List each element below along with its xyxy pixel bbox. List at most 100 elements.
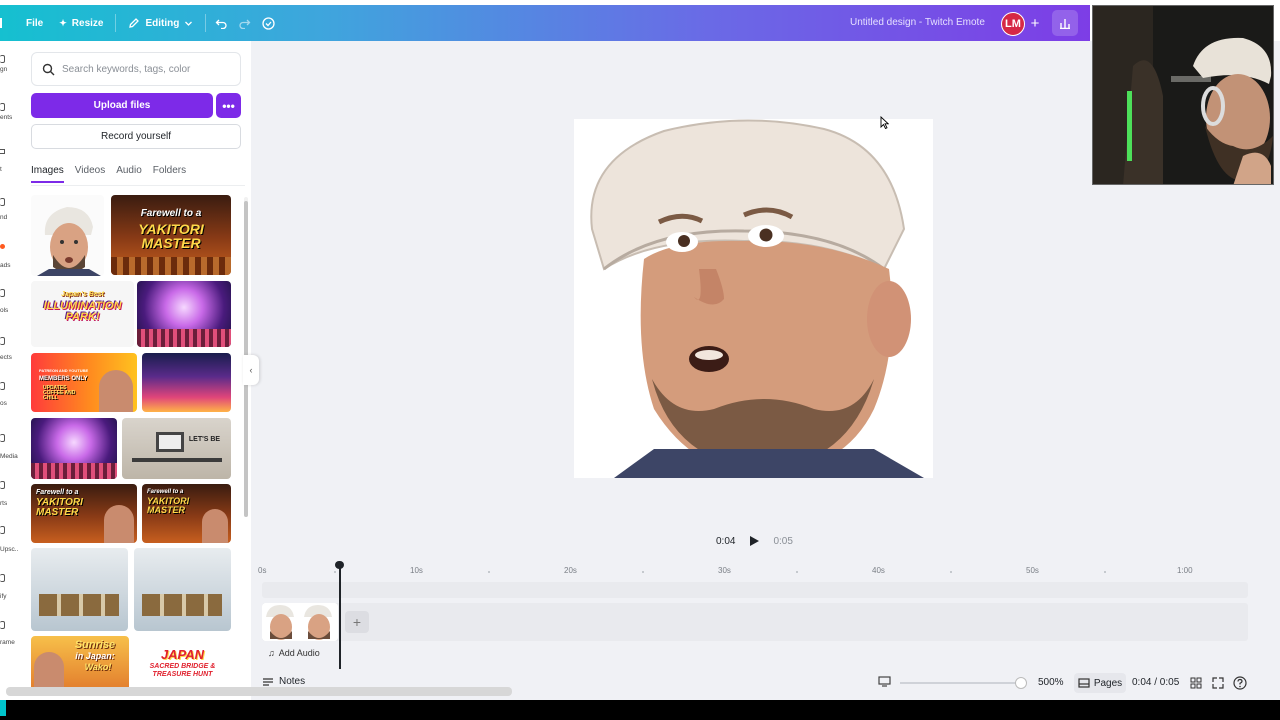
design-title[interactable]: Untitled design - Twitch Emote xyxy=(850,17,985,28)
zoom-slider-handle[interactable] xyxy=(1015,677,1027,689)
image-thumbnail[interactable]: Farewell to a YAKITORI MASTER xyxy=(142,484,231,543)
timeline-track xyxy=(262,603,1248,641)
image-thumbnail[interactable] xyxy=(142,353,231,412)
plus-icon: + xyxy=(352,614,362,630)
add-page-button[interactable]: + xyxy=(345,611,369,633)
brand-icon xyxy=(0,198,5,206)
image-thumbnail[interactable]: Japan's Best ILLUMINATION PARK! xyxy=(31,281,134,347)
image-thumbnail[interactable]: Farewell to a YAKITORI MASTER xyxy=(31,484,137,543)
notes-button[interactable]: Notes xyxy=(262,676,305,687)
help-icon[interactable] xyxy=(1233,676,1247,690)
face-photo-image xyxy=(31,195,104,276)
current-time: 0:04 xyxy=(716,535,736,547)
image-thumbnail[interactable]: Farewell to a YAKITORI MASTER xyxy=(111,195,231,275)
resize-button[interactable]: ✦ Resize xyxy=(51,9,111,37)
editing-mode-button[interactable]: Editing xyxy=(120,9,201,37)
undo-button[interactable] xyxy=(210,9,233,37)
tick-dot xyxy=(796,571,798,573)
magnify-icon xyxy=(0,574,5,582)
pages-button[interactable]: Pages xyxy=(1074,673,1126,693)
zoom-slider-track[interactable] xyxy=(900,682,1022,684)
timeline-ruler[interactable]: 0s 10s 20s 30s 40s 50s 1:00 xyxy=(258,566,1248,578)
image-thumbnail[interactable]: PATREON AND YOUTUBE MEMBERS ONLY UPDATES… xyxy=(31,353,137,412)
tick-label: 30s xyxy=(718,566,731,575)
playhead[interactable] xyxy=(339,563,341,669)
computer-graphic xyxy=(156,432,184,452)
image-thumbnail[interactable] xyxy=(31,195,104,276)
tab-folders[interactable]: Folders xyxy=(153,165,186,183)
page-time-indicator: 0:04 / 0:05 xyxy=(1132,677,1180,688)
image-thumbnail[interactable] xyxy=(31,418,117,479)
upload-files-button[interactable]: Upload files xyxy=(31,93,213,118)
upscale-icon xyxy=(0,526,5,534)
rail-item-label: gn xyxy=(0,66,8,73)
sparkle-icon: ✦ xyxy=(59,17,67,28)
media-icon xyxy=(0,434,5,442)
image-thumbnail[interactable] xyxy=(31,548,128,631)
rail-item-label: rame xyxy=(0,639,15,646)
thumbnail-text: JAPAN xyxy=(160,647,205,662)
tab-audio[interactable]: Audio xyxy=(116,165,142,183)
elements-icon xyxy=(0,103,5,111)
more-options-button[interactable]: ••• xyxy=(216,93,241,118)
clip-thumbnail-image xyxy=(262,603,338,641)
image-thumbnail[interactable]: LET'S BE xyxy=(122,418,231,479)
pages-label: Pages xyxy=(1093,677,1123,689)
thumbnail-text: TREASURE HUNT xyxy=(152,671,213,678)
zoom-level[interactable]: 500% xyxy=(1038,677,1064,688)
emote-face-image[interactable] xyxy=(574,119,933,478)
timeline-clip[interactable] xyxy=(262,603,338,641)
horizontal-scrollbar[interactable] xyxy=(6,687,512,696)
image-thumbnail[interactable] xyxy=(137,281,231,347)
grill-graphic xyxy=(111,257,231,275)
playhead-handle[interactable] xyxy=(335,561,344,569)
insights-button[interactable] xyxy=(1052,10,1078,36)
thumbnail-text: Farewell to a xyxy=(140,208,202,219)
design-page[interactable] xyxy=(574,119,933,478)
tick-dot xyxy=(334,571,336,573)
person-graphic xyxy=(202,509,228,543)
projects-icon xyxy=(0,337,5,345)
record-yourself-button[interactable]: Record yourself xyxy=(31,124,241,149)
collapse-panel-button[interactable]: ‹ xyxy=(243,355,259,385)
file-menu-button[interactable]: File xyxy=(18,9,51,37)
thumbnail-text: Japan's Best xyxy=(61,291,104,298)
desk-graphic xyxy=(132,458,222,462)
menu-icon[interactable] xyxy=(0,18,6,28)
fit-screen-icon[interactable] xyxy=(878,676,891,687)
user-avatar[interactable]: LM xyxy=(1001,12,1025,36)
uploads-icon xyxy=(0,244,5,249)
add-audio-button[interactable]: ♫ Add Audio xyxy=(268,648,320,658)
frame-icon xyxy=(0,621,5,629)
chevron-down-icon xyxy=(185,21,193,26)
grid-view-icon[interactable] xyxy=(1190,677,1202,689)
rail-item-label: Media xyxy=(0,453,18,460)
cloud-save-button[interactable] xyxy=(256,9,281,37)
rail-item-label: nd xyxy=(0,214,8,221)
add-collaborator-button[interactable]: + xyxy=(1027,15,1043,33)
redo-button[interactable] xyxy=(233,9,256,37)
tick-dot xyxy=(488,571,490,573)
tab-images[interactable]: Images xyxy=(31,165,64,183)
rail-item-label: ols xyxy=(0,307,9,314)
top-toolbar: File ✦ Resize Editing Untitled design - … xyxy=(0,5,1090,41)
editing-label: Editing xyxy=(145,17,180,29)
tab-videos[interactable]: Videos xyxy=(75,165,105,183)
restaurant-graphic xyxy=(39,594,119,616)
thumbnail-text: YAKITORI MASTER xyxy=(147,496,190,515)
person-graphic xyxy=(99,370,133,412)
fireworks-graphic xyxy=(137,329,231,347)
tick-label: 40s xyxy=(872,566,885,575)
tick-label: 1:00 xyxy=(1177,566,1193,575)
pencil-icon xyxy=(129,18,140,28)
search-input[interactable]: Search keywords, tags, color xyxy=(31,52,241,86)
bar-chart-icon xyxy=(1060,19,1070,29)
webcam-feed-image xyxy=(1093,6,1273,184)
resize-label: Resize xyxy=(71,17,104,29)
image-thumbnail[interactable] xyxy=(134,548,231,631)
rail-item-label: ects xyxy=(0,354,12,361)
pages-icon xyxy=(1078,678,1090,688)
fullscreen-icon[interactable] xyxy=(1212,677,1224,689)
play-button[interactable] xyxy=(745,532,763,550)
notes-label: Notes xyxy=(279,676,306,687)
